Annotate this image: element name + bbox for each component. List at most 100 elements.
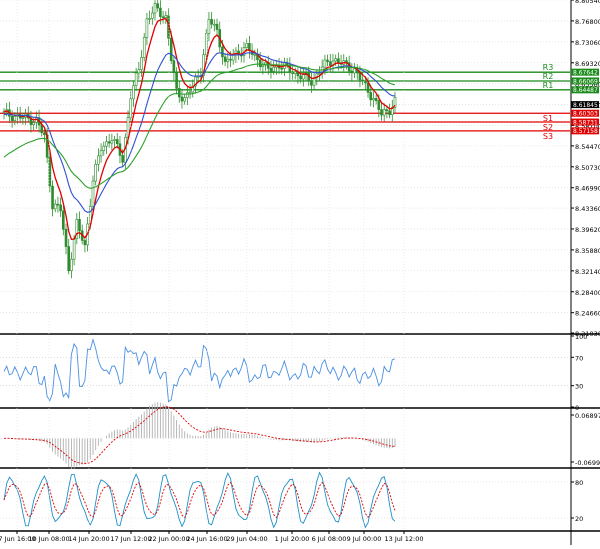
candle-body: [377, 100, 381, 110]
candle-body: [97, 155, 100, 165]
candle-body: [280, 67, 284, 70]
candle-body: [310, 80, 313, 86]
candle-body: [261, 64, 265, 68]
candle-body: [64, 229, 68, 247]
level-name-s1: S1: [543, 114, 553, 123]
candle-body: [364, 80, 367, 84]
price-tick-label: 8.50730: [575, 164, 600, 172]
candle-body: [269, 68, 273, 72]
moving-averages: [3, 17, 396, 240]
candle-body: [326, 59, 329, 62]
price-tick-label: 8.69320: [575, 60, 600, 68]
price-tick-label: 8.46990: [575, 185, 600, 193]
candle-body: [10, 116, 14, 121]
chart-svg: 8.805408.768008.730608.693208.655808.618…: [0, 0, 600, 545]
price-tick-label: 8.24660: [575, 310, 600, 318]
level-name-s3: S3: [543, 132, 553, 141]
candle-body: [99, 150, 103, 157]
candle-body: [177, 88, 181, 98]
candle-body: [353, 68, 356, 74]
rsi-tick-label: 70: [575, 354, 583, 362]
candle-body: [21, 117, 25, 119]
candle-body: [186, 92, 189, 98]
candle-body: [188, 91, 192, 94]
macd-tick-label: -0.069998: [575, 459, 600, 467]
level-price-label: 8.57158: [573, 128, 598, 135]
candle-body: [161, 16, 165, 19]
time-tick-label: 6 Jul 08:00: [312, 535, 347, 543]
candle-body: [221, 46, 224, 58]
candle-body: [169, 37, 173, 61]
candle-body: [137, 69, 141, 74]
ma-slow-line: [3, 63, 396, 189]
candle-body: [145, 18, 149, 38]
price-tick-label: 8.73060: [575, 39, 600, 47]
candle-body: [323, 59, 327, 68]
candle-body: [272, 66, 275, 72]
time-tick-label: 1 Jul 20:00: [275, 535, 310, 543]
candle-body: [140, 57, 143, 70]
rsi-tick-label: 0: [575, 404, 579, 412]
time-tick-label: 9 Jul 00:00: [347, 535, 382, 543]
candle-body: [94, 164, 97, 182]
ma-mid-line: [3, 52, 396, 213]
candle-body: [223, 56, 227, 62]
candle-body: [156, 3, 160, 9]
price-grid: [0, 0, 570, 334]
candle-body: [83, 240, 87, 246]
candle-body: [180, 96, 184, 102]
candle-body: [107, 141, 111, 144]
candle-body: [210, 19, 213, 25]
candle-body: [40, 124, 44, 134]
stoch-k-line: [3, 471, 396, 529]
candle-body: [13, 116, 17, 121]
candle-body: [121, 155, 124, 163]
level-name-r3: R3: [543, 63, 554, 72]
candle-body: [226, 58, 230, 62]
candle-body: [385, 109, 389, 112]
candle-body: [302, 74, 305, 80]
candle-body: [369, 92, 373, 101]
candle-body: [91, 180, 95, 207]
candle-body: [207, 19, 211, 34]
candle-body: [70, 258, 73, 272]
rsi-panel: 100 70 30 0: [0, 333, 587, 412]
candle-body: [231, 54, 235, 61]
candle-body: [374, 98, 378, 101]
candle-body: [115, 139, 119, 145]
stoch-tick-label: 20: [575, 515, 583, 523]
rsi-tick-label: 100: [575, 333, 587, 341]
price-tick-label: 8.35880: [575, 247, 600, 255]
level-price-label: 8.66069: [573, 78, 598, 85]
candle-body: [229, 58, 232, 61]
macd-signal-line: [4, 406, 396, 464]
candle-body: [148, 18, 151, 20]
time-tick-label: 14 Jun 20:00: [68, 535, 109, 543]
level-price-label: 8.64487: [573, 87, 598, 94]
candle-body: [56, 203, 60, 206]
candle-body: [293, 71, 297, 74]
price-tick-label: 8.76800: [575, 18, 600, 26]
level-name-r1: R1: [543, 81, 554, 90]
level-name-r2: R2: [543, 72, 554, 81]
candle-body: [67, 246, 71, 272]
candle-body: [43, 132, 46, 136]
rsi-line: [3, 337, 396, 403]
candle-body: [164, 15, 168, 19]
level-price-label: 8.58731: [573, 119, 598, 126]
time-tick-label: 10 Jun 08:00: [28, 535, 69, 543]
candle-body: [51, 185, 54, 210]
time-tick-label: 24 Jun 16:00: [186, 535, 227, 543]
candle-body: [110, 140, 114, 144]
candle-body: [102, 145, 106, 151]
time-tick-label: 22 Jun 00:00: [148, 535, 189, 543]
candle-body: [53, 203, 57, 210]
candles: [2, 0, 397, 279]
candle-body: [215, 23, 219, 30]
candle-body: [334, 58, 337, 62]
candle-body: [113, 139, 116, 141]
candle-body: [372, 98, 375, 101]
candle-body: [258, 59, 262, 68]
rsi-tick-label: 30: [575, 383, 583, 391]
sr-levels: [0, 71, 570, 132]
